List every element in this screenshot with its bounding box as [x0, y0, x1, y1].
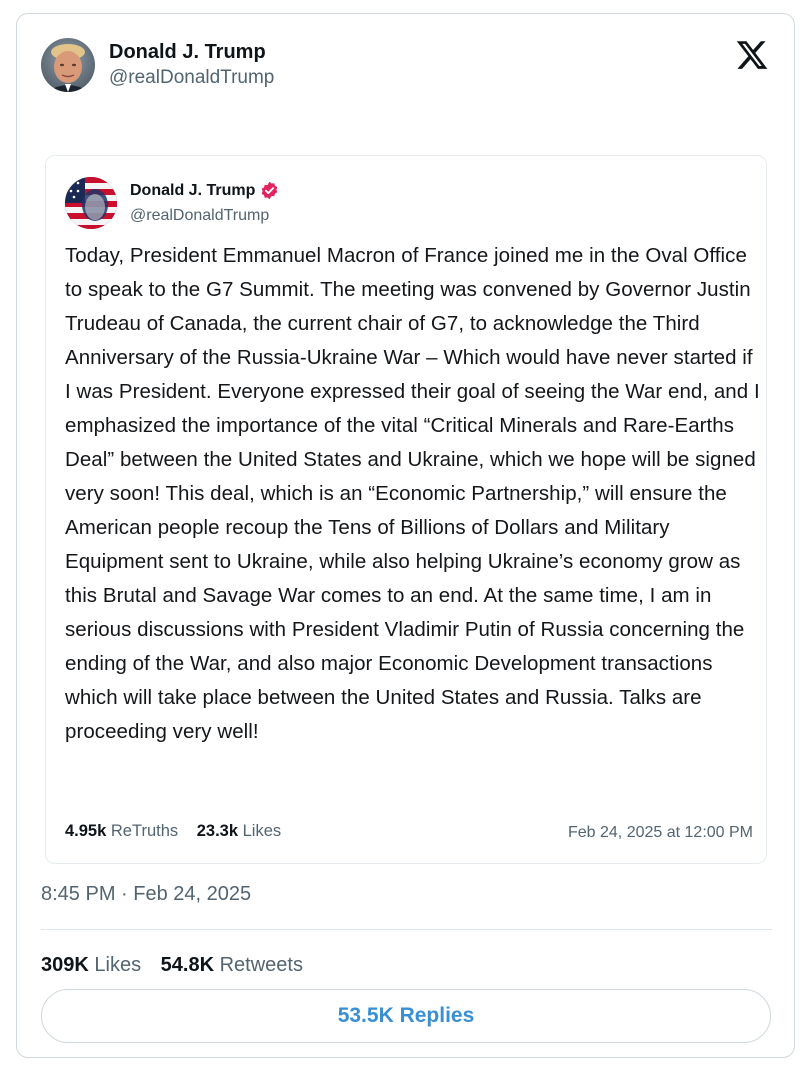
likes-label[interactable]: Likes	[94, 954, 141, 976]
quoted-author-avatar[interactable]	[65, 177, 117, 229]
author-avatar[interactable]	[41, 38, 95, 92]
post-stats: 309K Likes 54.8K Retweets	[41, 954, 303, 977]
post-timestamp[interactable]: 8:45 PM · Feb 24, 2025	[41, 883, 251, 906]
quoted-likes-label: Likes	[242, 822, 282, 840]
retweets-label[interactable]: Retweets	[220, 954, 303, 976]
quoted-post-text: Today, President Emmanuel Macron of Fran…	[65, 244, 760, 743]
quoted-likes-count: 23.3k	[196, 822, 239, 840]
quoted-post-stats: 4.95k ReTruths 23.3k Likes	[65, 822, 281, 841]
divider	[41, 929, 772, 930]
likes-count[interactable]: 309K	[41, 954, 89, 976]
author-handle[interactable]: @realDonaldTrump	[109, 67, 274, 89]
author-name[interactable]: Donald J. Trump	[109, 41, 266, 64]
tweet-card: Donald J. Trump @realDonaldTrump Donald …	[16, 13, 795, 1058]
replies-button[interactable]: 53.5K Replies	[41, 989, 771, 1043]
quoted-author-name[interactable]: Donald J. Trump	[130, 182, 255, 200]
retruths-label: ReTruths	[110, 822, 179, 840]
verified-badge-icon	[260, 181, 279, 200]
quoted-post-timestamp: Feb 24, 2025 at 12:00 PM	[567, 824, 753, 841]
quoted-author-handle[interactable]: @realDonaldTrump	[130, 207, 269, 225]
retweets-count[interactable]: 54.8K	[161, 954, 214, 976]
quoted-author-name-row[interactable]: Donald J. Trump	[130, 181, 279, 200]
x-logo-icon[interactable]	[735, 38, 769, 72]
quoted-post[interactable]: Donald J. Trump @realDonaldTrump Today, …	[45, 155, 767, 864]
retruths-count: 4.95k	[65, 822, 107, 840]
